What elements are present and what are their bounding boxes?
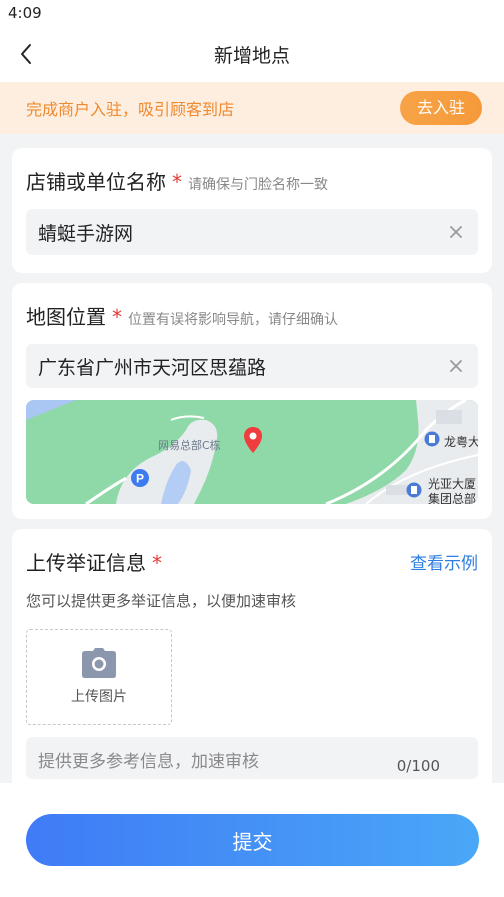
map-location-hint: 位置有误将影响导航，请仔细确认: [128, 312, 338, 328]
shop-name-value: 蜻蜓手游网: [38, 222, 134, 245]
join-button[interactable]: 去入驻: [399, 91, 482, 125]
map-location-label: 地图位置: [26, 305, 106, 329]
chevron-left-icon: [21, 44, 31, 64]
status-time: 4:09: [8, 4, 42, 22]
camera-icon: [82, 648, 116, 678]
close-icon: [450, 226, 462, 238]
upload-image-label: 上传图片: [71, 689, 127, 705]
shop-name-label: 店铺或单位名称: [26, 170, 166, 194]
evidence-description: 您可以提供更多举证信息，以便加速审核: [26, 592, 297, 610]
promo-text: 完成商户入驻，吸引顾客到店: [26, 100, 235, 119]
svg-text:P: P: [136, 472, 144, 486]
shop-name-card: 店铺或单位名称 * 请确保与门脸名称一致 蜻蜓手游网: [12, 148, 492, 273]
building-icon: [424, 431, 440, 447]
map-label-right-top: 龙粤大: [444, 435, 478, 449]
location-map[interactable]: 网易总部C栋 龙粤大 光亚大厦 集团总部 P: [26, 400, 478, 504]
page-title: 新增地点: [213, 44, 290, 67]
clear-shop-name-button[interactable]: [446, 222, 466, 242]
shop-name-input[interactable]: 蜻蜓手游网: [26, 209, 478, 255]
address-input[interactable]: 广东省广州市天河区思蕴路: [26, 344, 478, 388]
map-label-main: 网易总部C栋: [158, 439, 221, 452]
promo-banner: 完成商户入驻，吸引顾客到店 去入驻: [0, 82, 504, 134]
address-value: 广东省广州市天河区思蕴路: [38, 356, 267, 379]
map-location-card: 地图位置 * 位置有误将影响导航，请仔细确认 广东省广州市天河区思蕴路 网易总部…: [12, 283, 492, 519]
char-counter: 0/100: [396, 757, 440, 775]
nav-bar: 新增地点: [0, 26, 504, 82]
shop-name-hint: 请确保与门脸名称一致: [188, 177, 328, 193]
reference-info-textarea[interactable]: 提供更多参考信息，加速审核 0/100: [26, 737, 478, 779]
back-button[interactable]: [10, 38, 42, 70]
close-icon: [450, 360, 462, 372]
textarea-placeholder: 提供更多参考信息，加速审核: [38, 752, 259, 772]
status-bar: 4:09: [0, 0, 504, 26]
upload-image-button[interactable]: 上传图片: [26, 629, 172, 725]
map-location-header: 地图位置 * 位置有误将影响导航，请仔细确认: [12, 283, 492, 330]
required-mark: *: [152, 551, 162, 575]
parking-icon: P: [131, 469, 149, 487]
required-mark: *: [112, 305, 122, 329]
clear-address-button[interactable]: [446, 356, 466, 376]
map-label-right-bottom-2: 集团总部: [428, 492, 477, 504]
submit-button[interactable]: 提交: [26, 814, 479, 866]
required-mark: *: [172, 170, 182, 194]
bottom-bar: 提交: [0, 783, 504, 897]
evidence-label: 上传举证信息: [26, 551, 146, 575]
shop-name-header: 店铺或单位名称 * 请确保与门脸名称一致: [12, 148, 492, 195]
building-icon: [406, 482, 422, 498]
see-example-link[interactable]: 查看示例: [410, 549, 478, 574]
map-pin-icon: [244, 427, 262, 453]
evidence-card: 上传举证信息 * 查看示例 您可以提供更多举证信息，以便加速审核 上传图片 提供…: [12, 529, 492, 789]
